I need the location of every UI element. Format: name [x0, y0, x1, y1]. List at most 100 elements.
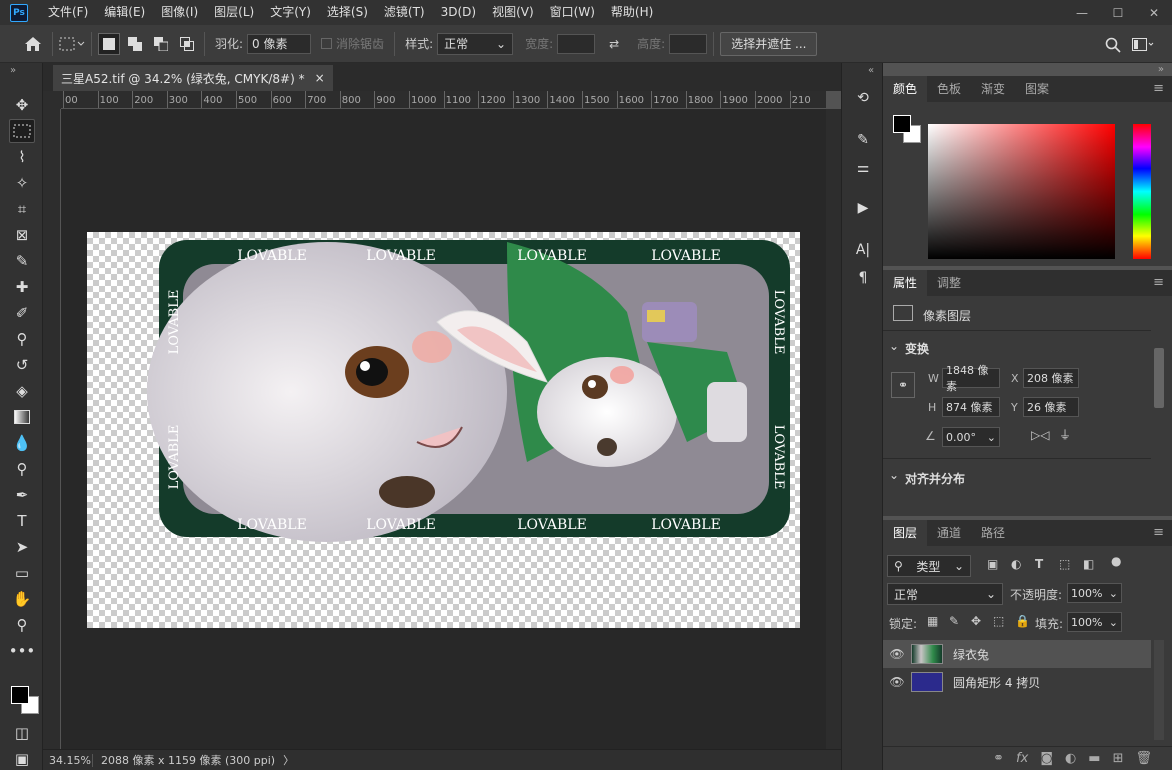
collapse-icon[interactable]: » [10, 65, 16, 76]
eye-icon[interactable]: 👁 [883, 675, 911, 689]
filter-toggle-icon[interactable]: ● [1111, 554, 1121, 568]
magic-wand-tool-icon[interactable]: ✧ [9, 171, 35, 195]
filter-shape-icon[interactable]: ⬚ [1059, 557, 1070, 571]
panel-menu-icon[interactable]: ≡ [1153, 525, 1164, 540]
blur-tool-icon[interactable]: 💧 [9, 431, 35, 455]
tab-gradients[interactable]: 渐变 [971, 76, 1015, 102]
actions-play-icon[interactable]: ▶ [852, 197, 874, 219]
minimize-button[interactable]: — [1064, 0, 1100, 25]
angle-field[interactable]: 0.00° ⌄ [942, 427, 1000, 447]
filter-smart-object-icon[interactable]: ◧ [1083, 557, 1094, 571]
adjustment-layer-icon[interactable]: ◐ [1065, 751, 1076, 766]
clone-stamp-tool-icon[interactable]: ⚲ [9, 327, 35, 351]
marquee-preset-icon[interactable] [59, 31, 85, 57]
paragraph-panel-icon[interactable]: ¶ [852, 267, 874, 289]
canvas-area[interactable]: LOVABLE LOVABLE LOVABLE LOVABLE LOVABLE … [61, 109, 826, 749]
expand-icon[interactable]: « [868, 65, 874, 76]
trash-icon[interactable]: 🗑 [1135, 751, 1152, 766]
lock-all-icon[interactable]: 🔒 [1015, 614, 1030, 628]
height-input[interactable] [669, 33, 708, 54]
blend-mode-select[interactable]: 正常 ⌄ [887, 583, 1003, 605]
foreground-color-swatch-top[interactable] [11, 686, 29, 704]
menu-3d[interactable]: 3D(D) [433, 0, 484, 25]
menu-image[interactable]: 图像(I) [153, 0, 206, 25]
menu-filter[interactable]: 滤镜(T) [376, 0, 433, 25]
panel-menu-icon[interactable]: ≡ [1153, 81, 1164, 96]
swap-icon[interactable]: ⇄ [601, 31, 627, 57]
height-field[interactable]: 874 像素 [942, 397, 1000, 417]
new-selection-icon[interactable] [98, 32, 120, 55]
pen-tool-icon[interactable]: ✒ [9, 483, 35, 507]
menu-file[interactable]: 文件(F) [40, 0, 96, 25]
history-brush-tool-icon[interactable]: ↺ [9, 353, 35, 377]
add-selection-icon[interactable] [124, 33, 146, 55]
shape-tool-icon[interactable]: ▭ [9, 561, 35, 585]
close-button[interactable]: ✕ [1136, 0, 1172, 25]
saturation-value-field[interactable] [928, 124, 1115, 259]
lock-transparent-icon[interactable]: ▦ [927, 614, 938, 628]
screen-mode-icon[interactable]: ▣ [9, 747, 35, 770]
collapse-panels-icon[interactable]: » [1158, 64, 1164, 75]
search-icon[interactable] [1100, 32, 1126, 58]
group-folder-icon[interactable]: ▬ [1088, 751, 1100, 766]
link-icon[interactable]: ⚭ [891, 372, 915, 398]
more-tools-icon[interactable]: ••• [9, 639, 36, 663]
document-canvas[interactable]: LOVABLE LOVABLE LOVABLE LOVABLE LOVABLE … [87, 232, 800, 628]
fill-field[interactable]: 100% ⌄ [1067, 612, 1122, 632]
feather-input[interactable]: 0 像素 [247, 33, 312, 54]
tab-paths[interactable]: 路径 [971, 520, 1015, 546]
subtract-selection-icon[interactable] [150, 33, 172, 55]
move-tool-icon[interactable]: ✥ [9, 93, 35, 117]
quick-mask-icon[interactable]: ◫ [9, 721, 35, 745]
menu-edit[interactable]: 编辑(E) [96, 0, 153, 25]
close-icon[interactable]: × [315, 71, 325, 85]
align-section-title[interactable]: 对齐并分布 [905, 470, 965, 487]
tab-adjustments[interactable]: 调整 [927, 270, 971, 296]
filter-pixel-icon[interactable]: ▣ [987, 557, 998, 571]
workspace-icon[interactable] [1130, 32, 1156, 58]
new-layer-icon[interactable]: ⊞ [1113, 751, 1124, 766]
y-field[interactable]: 26 像素 [1023, 397, 1079, 417]
zoom-level[interactable]: 34.15% [43, 753, 93, 767]
style-select[interactable]: 正常 ⌄ [437, 32, 514, 55]
home-icon[interactable] [20, 31, 46, 57]
antialias-checkbox[interactable] [321, 38, 333, 49]
panel-menu-icon[interactable]: ≡ [1153, 275, 1164, 290]
add-mask-icon[interactable]: ◙ [1040, 751, 1053, 766]
filter-type-icon[interactable]: T [1035, 557, 1043, 571]
path-selection-tool-icon[interactable]: ➤ [9, 535, 35, 559]
zoom-tool-icon[interactable]: ⚲ [9, 613, 35, 637]
character-panel-icon[interactable]: A| [852, 239, 874, 261]
chevron-down-icon[interactable]: ⌄ [889, 468, 899, 482]
menu-window[interactable]: 窗口(W) [542, 0, 603, 25]
opacity-field[interactable]: 100% ⌄ [1067, 583, 1122, 603]
tab-layers[interactable]: 图层 [883, 520, 928, 546]
crop-tool-icon[interactable]: ⌗ [9, 197, 35, 221]
brush-settings-icon[interactable]: ✎ [852, 129, 874, 151]
layer-filter-select[interactable]: ⚲ 类型 ⌄ [887, 555, 971, 577]
lasso-tool-icon[interactable]: ⌇ [9, 145, 35, 169]
status-menu-arrow-icon[interactable]: 〉 [283, 752, 294, 768]
eyedropper-tool-icon[interactable]: ✎ [9, 249, 35, 273]
tab-color[interactable]: 颜色 [883, 76, 928, 102]
menu-help[interactable]: 帮助(H) [603, 0, 661, 25]
layer-row[interactable]: 👁 圆角矩形 4 拷贝 [883, 668, 1151, 696]
fx-icon[interactable]: fx [1016, 751, 1028, 766]
brush-tool-icon[interactable]: ✐ [9, 301, 35, 325]
filter-adjustment-icon[interactable]: ◐ [1011, 557, 1021, 571]
chevron-down-icon[interactable]: ⌄ [889, 339, 899, 353]
eye-icon[interactable]: 👁 [883, 647, 911, 661]
frame-tool-icon[interactable]: ⊠ [9, 223, 35, 247]
tab-swatches[interactable]: 色板 [927, 76, 971, 102]
tab-properties[interactable]: 属性 [883, 270, 928, 296]
lock-artboard-icon[interactable]: ⬚ [993, 614, 1004, 628]
healing-brush-tool-icon[interactable]: ✚ [9, 275, 35, 299]
adjust-panel-icon[interactable]: ⚌ [852, 157, 874, 179]
width-input[interactable] [557, 33, 596, 54]
hue-slider[interactable] [1133, 124, 1151, 259]
foreground-color-swatch[interactable] [893, 115, 911, 133]
maximize-button[interactable]: ☐ [1100, 0, 1136, 25]
menu-view[interactable]: 视图(V) [484, 0, 542, 25]
menu-layer[interactable]: 图层(L) [206, 0, 262, 25]
menu-type[interactable]: 文字(Y) [262, 0, 319, 25]
